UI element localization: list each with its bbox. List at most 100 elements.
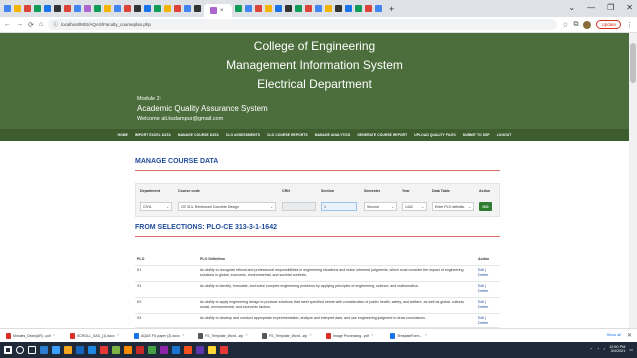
tab-search-icon[interactable]: ⌄ — [568, 3, 575, 12]
taskbar-app-icon[interactable] — [100, 346, 108, 354]
tab-favicon-icon[interactable] — [54, 5, 61, 12]
tab-favicon-icon[interactable] — [64, 5, 71, 12]
download-item[interactable]: AQAS FS paper (2).docx ⌃ — [134, 332, 192, 339]
download-item[interactable]: Minutes_Dean(AR)...pdf ⌃ — [6, 332, 64, 339]
taskbar-app-icon[interactable] — [88, 346, 96, 354]
chevron-up-icon[interactable]: ⌃ — [53, 334, 56, 338]
tab-favicon-icon[interactable] — [235, 5, 242, 12]
info-icon[interactable]: ⓘ — [53, 21, 58, 28]
nav-item[interactable]: GENERATE COURSE REPORT — [357, 133, 407, 137]
task-view-icon[interactable] — [28, 346, 36, 354]
taskbar-app-icon[interactable] — [172, 346, 180, 354]
show-all-downloads-link[interactable]: Show all — [607, 333, 621, 337]
nav-item[interactable]: IMPORT EXCEL DATA — [135, 133, 171, 137]
nav-item[interactable]: CLO ASSESSMENTS — [226, 133, 260, 137]
chevron-up-icon[interactable]: ⌃ — [424, 334, 427, 338]
tab-favicon-icon[interactable] — [104, 5, 111, 12]
tab-favicon-icon[interactable] — [335, 5, 342, 12]
download-item[interactable]: Image Processing...pdf ⌃ — [326, 332, 384, 339]
nav-item[interactable]: SUBMIT TO SSP — [463, 133, 490, 137]
volume-icon[interactable]: ♪ — [603, 347, 605, 351]
tab-favicon-icon[interactable] — [255, 5, 262, 12]
tab-favicon-icon[interactable] — [355, 5, 362, 12]
search-icon[interactable] — [16, 346, 24, 354]
update-button[interactable]: Update — [596, 20, 621, 29]
tab-favicon-icon[interactable] — [315, 5, 322, 12]
taskbar-app-icon[interactable] — [76, 346, 84, 354]
star-icon[interactable]: ☆ — [562, 21, 568, 29]
taskbar-app-icon[interactable] — [196, 346, 204, 354]
department-select[interactable]: CIVIL ⌄ — [140, 202, 172, 211]
section-input[interactable]: 1 — [321, 202, 357, 211]
tab-favicon-icon[interactable] — [265, 5, 272, 12]
tab-favicon-icon[interactable] — [74, 5, 81, 12]
nav-item[interactable]: MANAGE ANALYTICS — [315, 133, 351, 137]
chevron-up-icon[interactable]: ⌃ — [117, 334, 120, 338]
taskbar-app-icon[interactable] — [184, 346, 192, 354]
tab-favicon-icon[interactable] — [285, 5, 292, 12]
taskbar-app-icon[interactable] — [124, 346, 132, 354]
chevron-up-icon[interactable]: ⌃ — [245, 334, 248, 338]
taskbar-app-icon[interactable] — [148, 346, 156, 354]
chevron-up-icon[interactable]: ⌃ — [371, 334, 374, 338]
address-bar[interactable]: ⓘ localhost/MIS/AQAS/Faculty_courseplan.… — [48, 19, 558, 30]
download-item[interactable]: SCROLL_SAS_(1).docx ⌃ — [70, 332, 128, 339]
crn-input[interactable] — [282, 202, 316, 211]
taskbar-app-icon[interactable] — [160, 346, 168, 354]
tab-favicon-icon[interactable] — [164, 5, 171, 12]
year-select[interactable]: 1442 ⌄ — [402, 202, 427, 211]
tab-favicon-icon[interactable] — [44, 5, 51, 12]
taskbar-app-icon[interactable] — [64, 346, 72, 354]
delete-link[interactable]: Delete — [478, 289, 488, 294]
clock[interactable]: 12:50 PM 3/4/2021 — [609, 345, 625, 353]
profile-avatar[interactable] — [583, 20, 592, 29]
reload-icon[interactable]: ⟳ — [28, 21, 34, 29]
tab-favicon-icon[interactable] — [84, 5, 91, 12]
course-code-select[interactable]: CE 313- Reinforced Concrete Design ⌄ — [178, 202, 276, 211]
taskbar-app-icon[interactable] — [208, 346, 216, 354]
download-item[interactable]: FS_Template_Word...zip ⌃ — [198, 332, 256, 339]
extensions-icon[interactable]: ⧉ — [573, 21, 578, 29]
tab-favicon-icon[interactable] — [124, 5, 131, 12]
nav-item[interactable]: UPLOAD QUALITY FILES — [414, 133, 456, 137]
active-tab[interactable]: × — [204, 4, 232, 17]
tab-favicon-icon[interactable] — [184, 5, 191, 12]
tab-favicon-icon[interactable] — [305, 5, 312, 12]
forward-icon[interactable]: → — [16, 21, 23, 28]
data-table-select[interactable]: Enter PLO definitio ⌄ — [432, 202, 474, 211]
notifications-icon[interactable]: ▭ — [629, 347, 633, 352]
close-window-icon[interactable]: ✕ — [626, 3, 633, 12]
tab-favicon-icon[interactable] — [375, 5, 382, 12]
tab-favicon-icon[interactable] — [365, 5, 372, 12]
taskbar-app-icon[interactable] — [40, 346, 48, 354]
network-icon[interactable]: ◔ — [597, 347, 599, 351]
minimize-icon[interactable]: — — [587, 3, 595, 12]
tab-favicon-icon[interactable] — [4, 5, 11, 12]
tab-favicon-icon[interactable] — [114, 5, 121, 12]
tray-chevron-icon[interactable]: ⌃ — [590, 347, 593, 352]
tab-favicon-icon[interactable] — [295, 5, 302, 12]
tab-favicon-icon[interactable] — [174, 5, 181, 12]
chevron-up-icon[interactable]: ⌃ — [309, 334, 312, 338]
tab-favicon-icon[interactable] — [154, 5, 161, 12]
nav-item[interactable]: HOME — [118, 133, 128, 137]
tab-favicon-icon[interactable] — [94, 5, 101, 12]
chevron-up-icon[interactable]: ⌃ — [182, 334, 185, 338]
new-tab-icon[interactable]: + — [389, 4, 394, 14]
menu-icon[interactable]: ⋮ — [626, 21, 633, 29]
tab-favicon-icon[interactable] — [275, 5, 282, 12]
nav-item[interactable]: MANAGE COURSE DATA — [178, 133, 219, 137]
go-button[interactable]: GO — [479, 202, 492, 211]
back-icon[interactable]: ← — [4, 21, 11, 28]
tab-favicon-icon[interactable] — [194, 5, 201, 12]
maximize-icon[interactable]: ❐ — [607, 3, 614, 12]
scrollbar-thumb[interactable] — [630, 43, 636, 83]
delete-link[interactable]: Delete — [478, 305, 488, 310]
tab-favicon-icon[interactable] — [345, 5, 352, 12]
nav-item[interactable]: CLO COURSE REPORTS — [267, 133, 308, 137]
tab-favicon-icon[interactable] — [14, 5, 21, 12]
semester-select[interactable]: Second ⌄ — [364, 202, 397, 211]
tab-favicon-icon[interactable] — [245, 5, 252, 12]
delete-link[interactable]: Delete — [478, 321, 488, 326]
taskbar-app-icon[interactable] — [220, 346, 228, 354]
